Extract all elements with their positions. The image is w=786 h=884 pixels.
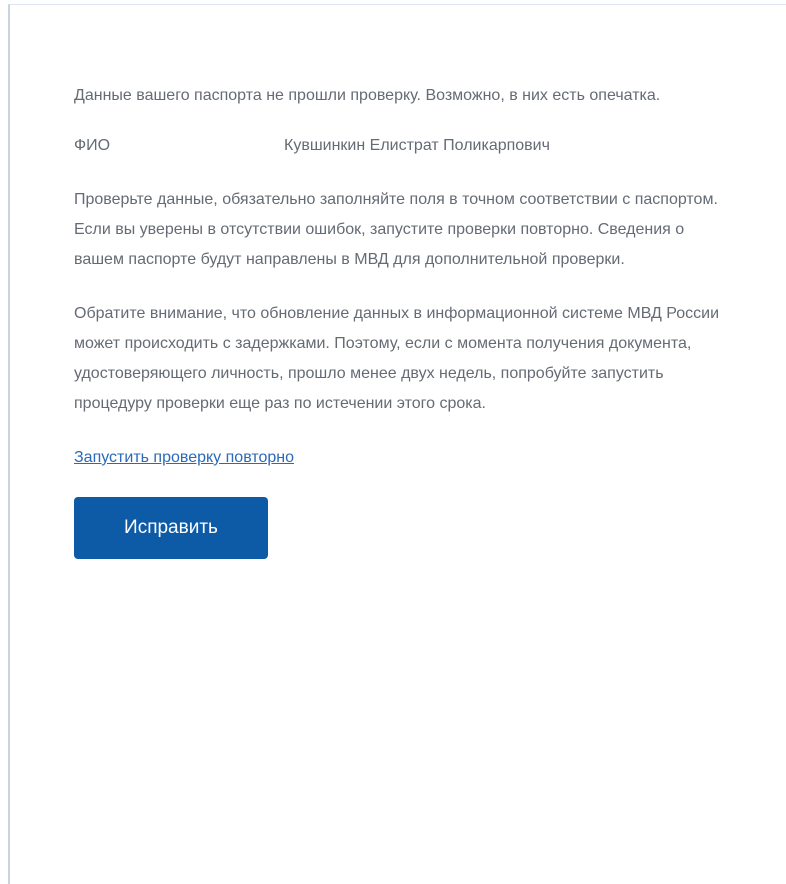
fio-label: ФИО xyxy=(74,137,111,154)
fio-row: ФИО Кувшинкин Елистрат Поликарпович xyxy=(74,131,734,161)
retry-check-link[interactable]: Запустить проверку повторно xyxy=(74,443,294,473)
fio-value: Кувшинкин Елистрат Поликарпович xyxy=(284,137,550,154)
passport-error-card: Данные вашего паспорта не прошли проверк… xyxy=(8,4,786,884)
mvd-note-text: Обратите внимание, что обновление данных… xyxy=(74,305,720,412)
passport-error-content: Данные вашего паспорта не прошли проверк… xyxy=(74,81,734,559)
error-message: Данные вашего паспорта не прошли проверк… xyxy=(74,87,661,104)
fix-button[interactable]: Исправить xyxy=(74,497,268,559)
instructions-text: Проверьте данные, обязательно заполняйте… xyxy=(74,191,718,268)
